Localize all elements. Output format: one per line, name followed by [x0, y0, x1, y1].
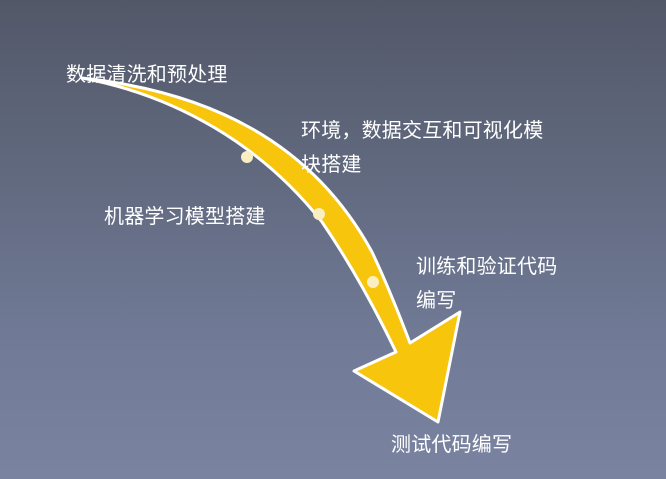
step-label-model-building: 机器学习模型搭建: [104, 199, 266, 233]
step-label-environment-modules: 环境，数据交互和可视化模 块搭建: [301, 113, 543, 181]
step-label-line: 块搭建: [301, 152, 362, 176]
step-marker-2: [313, 208, 325, 220]
step-label-training-validation: 训练和验证代码 编写: [416, 249, 557, 317]
step-label-line: 机器学习模型搭建: [104, 204, 266, 228]
step-marker-1: [241, 151, 253, 163]
step-label-line: 测试代码编写: [391, 432, 513, 456]
step-label-line: 环境，数据交互和可视化模: [301, 118, 544, 142]
process-slide: 数据清洗和预处理 环境，数据交互和可视化模 块搭建 机器学习模型搭建 训练和验证…: [0, 0, 666, 479]
step-label-data-cleaning: 数据清洗和预处理: [66, 57, 228, 91]
step-label-line: 编写: [416, 288, 457, 312]
step-label-testing: 测试代码编写: [391, 427, 512, 461]
step-label-line: 训练和验证代码: [416, 254, 558, 278]
step-marker-3: [367, 276, 379, 288]
step-label-line: 数据清洗和预处理: [66, 62, 228, 86]
